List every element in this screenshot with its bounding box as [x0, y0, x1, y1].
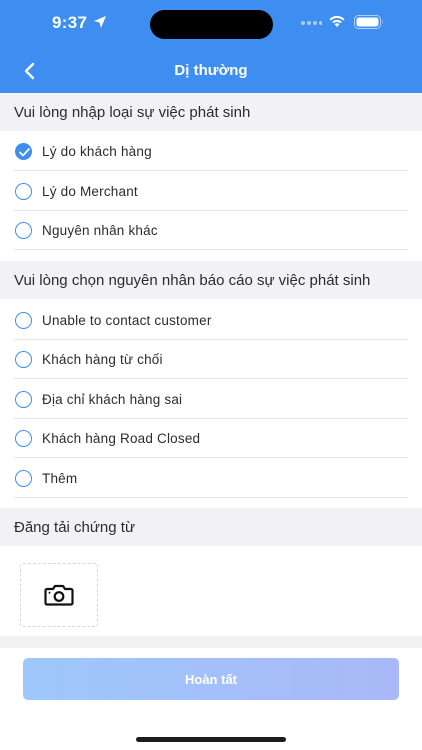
status-time: 9:37 [52, 13, 88, 32]
section-header-upload: Đăng tải chứng từ [0, 508, 422, 546]
submit-button[interactable]: Hoàn tất [23, 658, 399, 700]
option-label: Khách hàng từ chối [42, 351, 163, 367]
radio-unchecked-icon[interactable] [15, 182, 32, 200]
divider [14, 249, 408, 250]
upload-photo-button[interactable] [20, 563, 98, 627]
radio-unchecked-icon[interactable] [15, 390, 32, 408]
cellular-signal-icon [301, 21, 322, 25]
option-label: Lý do khách hàng [42, 143, 152, 159]
page-title: Dị thường [174, 62, 248, 79]
option-label: Địa chỉ khách hàng sai [42, 391, 183, 407]
dynamic-island [150, 10, 273, 39]
option-label: Khách hàng Road Closed [42, 430, 201, 446]
wifi-icon [329, 15, 345, 27]
radio-unchecked-icon[interactable] [15, 311, 32, 329]
option-merchant-reason[interactable]: Lý do Merchant [0, 171, 422, 211]
radio-checked-icon[interactable] [15, 142, 32, 160]
section-header-incident-type: Vui lòng nhập loại sự việc phát sinh [0, 93, 422, 131]
option-customer-reason[interactable]: Lý do khách hàng [0, 131, 422, 171]
radio-unchecked-icon[interactable] [15, 350, 32, 368]
option-customer-refused[interactable]: Khách hàng từ chối [0, 339, 422, 379]
option-label: Thêm [42, 470, 78, 486]
divider [14, 497, 408, 498]
upload-area [0, 546, 422, 636]
option-road-closed[interactable]: Khách hàng Road Closed [0, 418, 422, 458]
radio-unchecked-icon[interactable] [15, 221, 32, 239]
option-label: Nguyên nhân khác [42, 222, 158, 238]
home-indicator [136, 737, 286, 742]
footer-divider [0, 636, 422, 648]
status-bar: 9:37 [0, 0, 422, 46]
location-arrow-icon [94, 16, 106, 28]
app-header: 9:37 Dị thường [0, 0, 422, 93]
radio-unchecked-icon[interactable] [15, 429, 32, 447]
option-unable-to-contact[interactable]: Unable to contact customer [0, 300, 422, 340]
option-label: Lý do Merchant [42, 183, 138, 199]
option-other-reason[interactable]: Nguyên nhân khác [0, 210, 422, 250]
battery-icon [354, 15, 383, 29]
option-more[interactable]: Thêm [0, 458, 422, 498]
radio-unchecked-icon[interactable] [15, 469, 32, 487]
option-label: Unable to contact customer [42, 312, 212, 328]
section-header-reason: Vui lòng chọn nguyên nhân báo cáo sự việ… [0, 261, 422, 299]
option-wrong-address[interactable]: Địa chỉ khách hàng sai [0, 379, 422, 419]
camera-icon [44, 584, 74, 606]
